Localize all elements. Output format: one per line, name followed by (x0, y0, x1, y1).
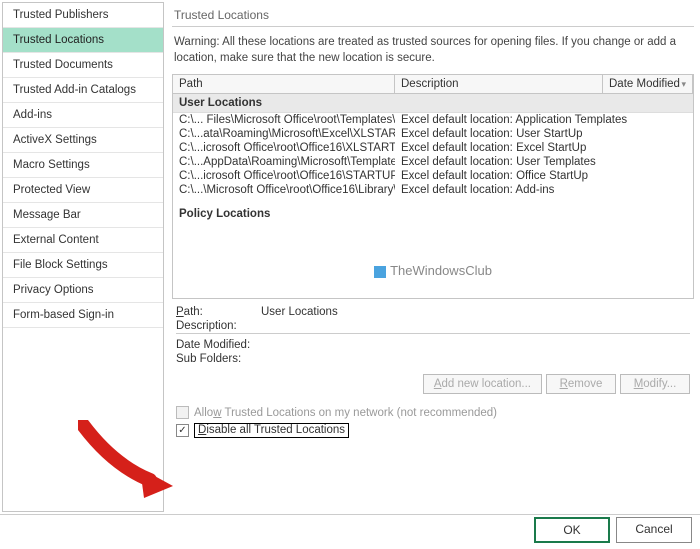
disable-all-checkbox[interactable]: ✓ (176, 424, 189, 437)
col-path[interactable]: Path (173, 75, 395, 93)
location-details: Path: User Locations Description: Date M… (172, 299, 694, 366)
sidebar-item-trusted-addin-catalogs[interactable]: Trusted Add-in Catalogs (3, 78, 163, 103)
sidebar-item-privacy-options[interactable]: Privacy Options (3, 278, 163, 303)
table-row[interactable]: C:\...icrosoft Office\root\Office16\STAR… (173, 169, 693, 183)
detail-subfolders-label: Sub Folders: (176, 353, 261, 365)
table-row[interactable]: C:\...AppData\Roaming\Microsoft\Template… (173, 155, 693, 169)
warning-text: Warning: All these locations are treated… (172, 27, 694, 74)
row-desc: Excel default location: Office StartUp (395, 169, 693, 183)
locations-table[interactable]: Path Description Date Modified ▾ User Lo… (172, 74, 694, 299)
logo-icon (374, 266, 386, 278)
row-desc: Excel default location: Excel StartUp (395, 141, 693, 155)
sidebar-item-activex-settings[interactable]: ActiveX Settings (3, 128, 163, 153)
detail-path-value: User Locations (261, 306, 338, 318)
dialog-buttons: OK Cancel (534, 517, 692, 543)
row-desc: Excel default location: Add-ins (395, 183, 693, 197)
watermark-text: TheWindowsClub (390, 263, 492, 278)
sidebar-item-trusted-publishers[interactable]: Trusted Publishers (3, 3, 163, 28)
action-buttons: Add new location... Remove Modify... (172, 366, 694, 398)
row-path: C:\...ata\Roaming\Microsoft\Excel\XLSTAR… (173, 127, 395, 141)
chevron-down-icon: ▾ (681, 79, 686, 90)
sidebar-item-external-content[interactable]: External Content (3, 228, 163, 253)
add-new-location-button[interactable]: Add new location... (423, 374, 542, 394)
sidebar-item-add-ins[interactable]: Add-ins (3, 103, 163, 128)
watermark: TheWindowsClub (173, 223, 693, 298)
sidebar-item-message-bar[interactable]: Message Bar (3, 203, 163, 228)
category-sidebar: Trusted Publishers Trusted Locations Tru… (2, 2, 164, 512)
row-desc: Excel default location: User Templates (395, 155, 693, 169)
section-policy-locations: Policy Locations (173, 205, 693, 223)
detail-path-label: Path: (176, 306, 261, 318)
col-date-modified[interactable]: Date Modified ▾ (603, 75, 693, 93)
section-user-locations: User Locations (173, 94, 693, 113)
row-desc: Excel default location: Application Temp… (395, 113, 693, 127)
sidebar-item-form-based-sign-in[interactable]: Form-based Sign-in (3, 303, 163, 328)
cancel-button[interactable]: Cancel (616, 517, 692, 543)
table-row[interactable]: C:\...icrosoft Office\root\Office16\XLST… (173, 141, 693, 155)
sidebar-item-file-block-settings[interactable]: File Block Settings (3, 253, 163, 278)
remove-button[interactable]: Remove (546, 374, 616, 394)
table-header: Path Description Date Modified ▾ (173, 75, 693, 94)
panel-title: Trusted Locations (172, 0, 694, 27)
allow-network-checkbox[interactable] (176, 406, 189, 419)
sidebar-item-macro-settings[interactable]: Macro Settings (3, 153, 163, 178)
ok-button[interactable]: OK (534, 517, 610, 543)
main-panel: Trusted Locations Warning: All these loc… (164, 0, 700, 514)
trust-center-dialog: Trusted Publishers Trusted Locations Tru… (0, 0, 700, 515)
row-path: C:\... Files\Microsoft Office\root\Templ… (173, 113, 395, 127)
row-path: C:\...icrosoft Office\root\Office16\XLST… (173, 141, 395, 155)
col-date-label: Date Modified (609, 78, 680, 90)
sidebar-item-trusted-documents[interactable]: Trusted Documents (3, 53, 163, 78)
row-desc: Excel default location: User StartUp (395, 127, 693, 141)
disable-all-label: Disable all Trusted Locations (194, 423, 349, 438)
sidebar-item-trusted-locations[interactable]: Trusted Locations (3, 28, 163, 53)
allow-network-label: Allow Trusted Locations on my network (n… (194, 407, 497, 419)
checkbox-area: Allow Trusted Locations on my network (n… (172, 398, 694, 440)
table-row[interactable]: C:\... Files\Microsoft Office\root\Templ… (173, 113, 693, 127)
modify-button[interactable]: Modify... (620, 374, 690, 394)
row-path: C:\...icrosoft Office\root\Office16\STAR… (173, 169, 395, 183)
detail-desc-label: Description: (176, 320, 261, 332)
row-path: C:\...\Microsoft Office\root\Office16\Li… (173, 183, 395, 197)
sidebar-item-protected-view[interactable]: Protected View (3, 178, 163, 203)
table-row[interactable]: C:\...ata\Roaming\Microsoft\Excel\XLSTAR… (173, 127, 693, 141)
table-row[interactable]: C:\...\Microsoft Office\root\Office16\Li… (173, 183, 693, 197)
col-description[interactable]: Description (395, 75, 603, 93)
row-path: C:\...AppData\Roaming\Microsoft\Template… (173, 155, 395, 169)
detail-date-label: Date Modified: (176, 339, 261, 351)
